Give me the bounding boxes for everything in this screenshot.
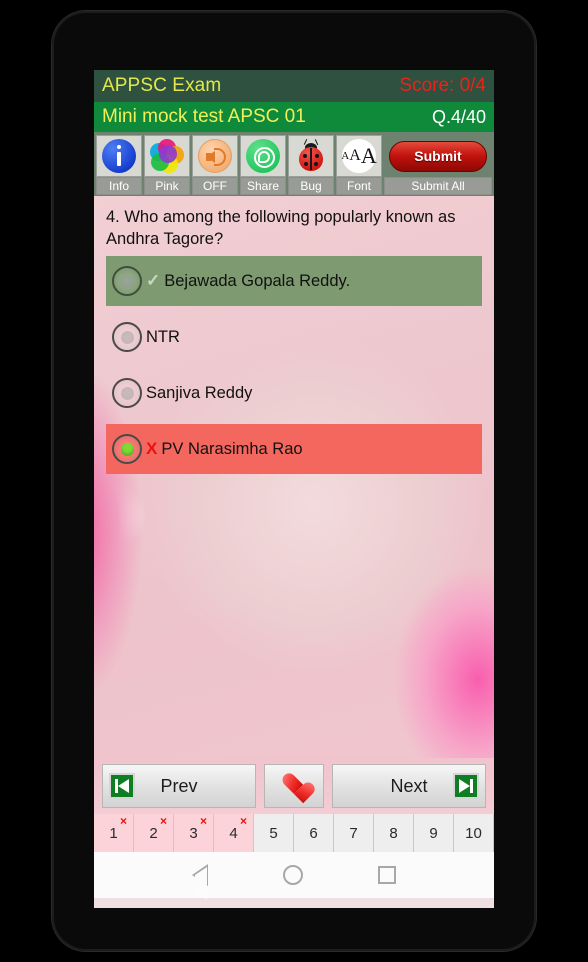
toolbar-label-off: OFF <box>192 177 238 195</box>
question-number-4[interactable]: × 4 <box>214 814 254 852</box>
speaker-icon <box>198 139 232 173</box>
question-number-label: 4 <box>229 824 238 842</box>
question-number-10[interactable]: 10 <box>454 814 494 852</box>
question-number-label: 2 <box>149 824 158 842</box>
question-number-strip: × 1 × 2 × 3 × 4 5 6 7 8 9 10 <box>94 814 494 852</box>
app-title-bar: APPSC Exam Score: 0/4 <box>94 70 494 102</box>
android-navigation-bar <box>94 852 494 900</box>
question-counter: Q.4/40 <box>431 106 486 127</box>
option-label-2: NTR <box>146 327 180 346</box>
prev-button[interactable]: Prev <box>102 764 256 808</box>
font-size-button[interactable]: AAA <box>336 135 382 177</box>
toolbar-icon-row: AAA Submit <box>96 135 492 177</box>
score-label: Score: 0/4 <box>399 75 486 96</box>
wrong-cross-icon: X <box>146 439 158 459</box>
toolbar-label-row: Info Pink OFF Share Bug Font Submit All <box>96 177 492 196</box>
question-number-label: 10 <box>465 824 482 842</box>
pink-theme-button[interactable] <box>144 135 190 177</box>
heart-icon <box>281 774 307 798</box>
share-button[interactable] <box>240 135 286 177</box>
toolbar-label-share: Share <box>240 177 286 195</box>
question-number-label: 1 <box>109 824 118 842</box>
radio-button-1[interactable] <box>112 266 142 297</box>
toolbar-label-info: Info <box>96 177 142 195</box>
option-row-3[interactable]: Sanjiva Reddy <box>106 368 482 418</box>
option-row-1[interactable]: ✓ Bejawada Gopala Reddy. <box>106 256 482 307</box>
radio-button-3[interactable] <box>112 378 142 409</box>
attempted-cross-icon: × <box>119 814 127 828</box>
toolbar-label-pink: Pink <box>144 177 190 195</box>
question-number-1[interactable]: × 1 <box>94 814 134 852</box>
question-text: 4. Who among the following popularly kno… <box>106 208 456 249</box>
prev-button-label: Prev <box>160 775 198 796</box>
favorite-button[interactable] <box>264 764 324 808</box>
toolbar-label-font: Font <box>336 177 382 195</box>
submit-pill-icon: Submit <box>389 140 487 172</box>
option-row-2[interactable]: NTR <box>106 312 482 362</box>
question-number-label: 5 <box>269 824 278 842</box>
recents-square-icon[interactable] <box>378 866 397 884</box>
question-number-9[interactable]: 9 <box>414 814 454 852</box>
option-row-4[interactable]: X PV Narasimha Rao <box>106 424 482 475</box>
question-number-label: 3 <box>189 824 198 842</box>
toolbar-label-bug: Bug <box>288 177 334 195</box>
skip-to-start-icon <box>109 773 135 799</box>
next-button-label: Next <box>390 775 428 796</box>
phone-screen: APPSC Exam Score: 0/4 Mini mock test APS… <box>94 70 494 908</box>
correct-tick-icon: ✓ <box>146 271 161 291</box>
info-icon <box>102 139 136 173</box>
option-label-1: Bejawada Gopala Reddy. <box>164 271 351 290</box>
radio-button-2[interactable] <box>112 322 142 353</box>
question-number-label: 8 <box>389 824 398 842</box>
question-number-label: 6 <box>309 824 318 842</box>
option-label-3: Sanjiva Reddy <box>146 383 253 402</box>
question-number-5[interactable]: 5 <box>254 814 294 852</box>
attempted-cross-icon: × <box>199 814 207 828</box>
options-list: ✓ Bejawada Gopala Reddy. NTR Sanjiva Red… <box>94 256 494 475</box>
whatsapp-share-icon <box>246 139 280 173</box>
test-name: Mini mock test APSC 01 <box>102 106 306 127</box>
question-number-label: 7 <box>349 824 358 842</box>
bug-report-button[interactable] <box>288 135 334 177</box>
question-number-6[interactable]: 6 <box>294 814 334 852</box>
home-circle-icon[interactable] <box>282 865 303 885</box>
skip-to-end-icon <box>453 773 479 799</box>
navigation-button-bar: Prev Next <box>94 758 494 814</box>
attempted-cross-icon: × <box>159 814 167 828</box>
question-number-8[interactable]: 8 <box>374 814 414 852</box>
next-button[interactable]: Next <box>332 764 486 808</box>
color-palette-icon <box>150 139 184 173</box>
option-label-4: PV Narasimha Rao <box>161 439 303 458</box>
toolbar-label-submit-all: Submit All <box>384 177 492 195</box>
attempted-cross-icon: × <box>239 814 247 828</box>
question-number-2[interactable]: × 2 <box>134 814 174 852</box>
app-title: APPSC Exam <box>102 75 222 96</box>
submit-all-button[interactable]: Submit <box>384 135 492 177</box>
font-size-icon: AAA <box>341 139 377 173</box>
radio-button-4[interactable] <box>112 434 142 465</box>
back-triangle-icon[interactable] <box>191 864 208 900</box>
question-content-area: 4. Who among the following popularly kno… <box>94 196 494 758</box>
question-number-3[interactable]: × 3 <box>174 814 214 852</box>
ladybug-icon <box>296 138 326 172</box>
test-title-bar: Mini mock test APSC 01 Q.4/40 <box>94 102 494 132</box>
question-number-7[interactable]: 7 <box>334 814 374 852</box>
toolbar: AAA Submit Info Pink OFF Share Bug Font … <box>94 132 494 196</box>
question-number-label: 9 <box>429 824 438 842</box>
sound-off-button[interactable] <box>192 135 238 177</box>
info-button[interactable] <box>96 135 142 177</box>
